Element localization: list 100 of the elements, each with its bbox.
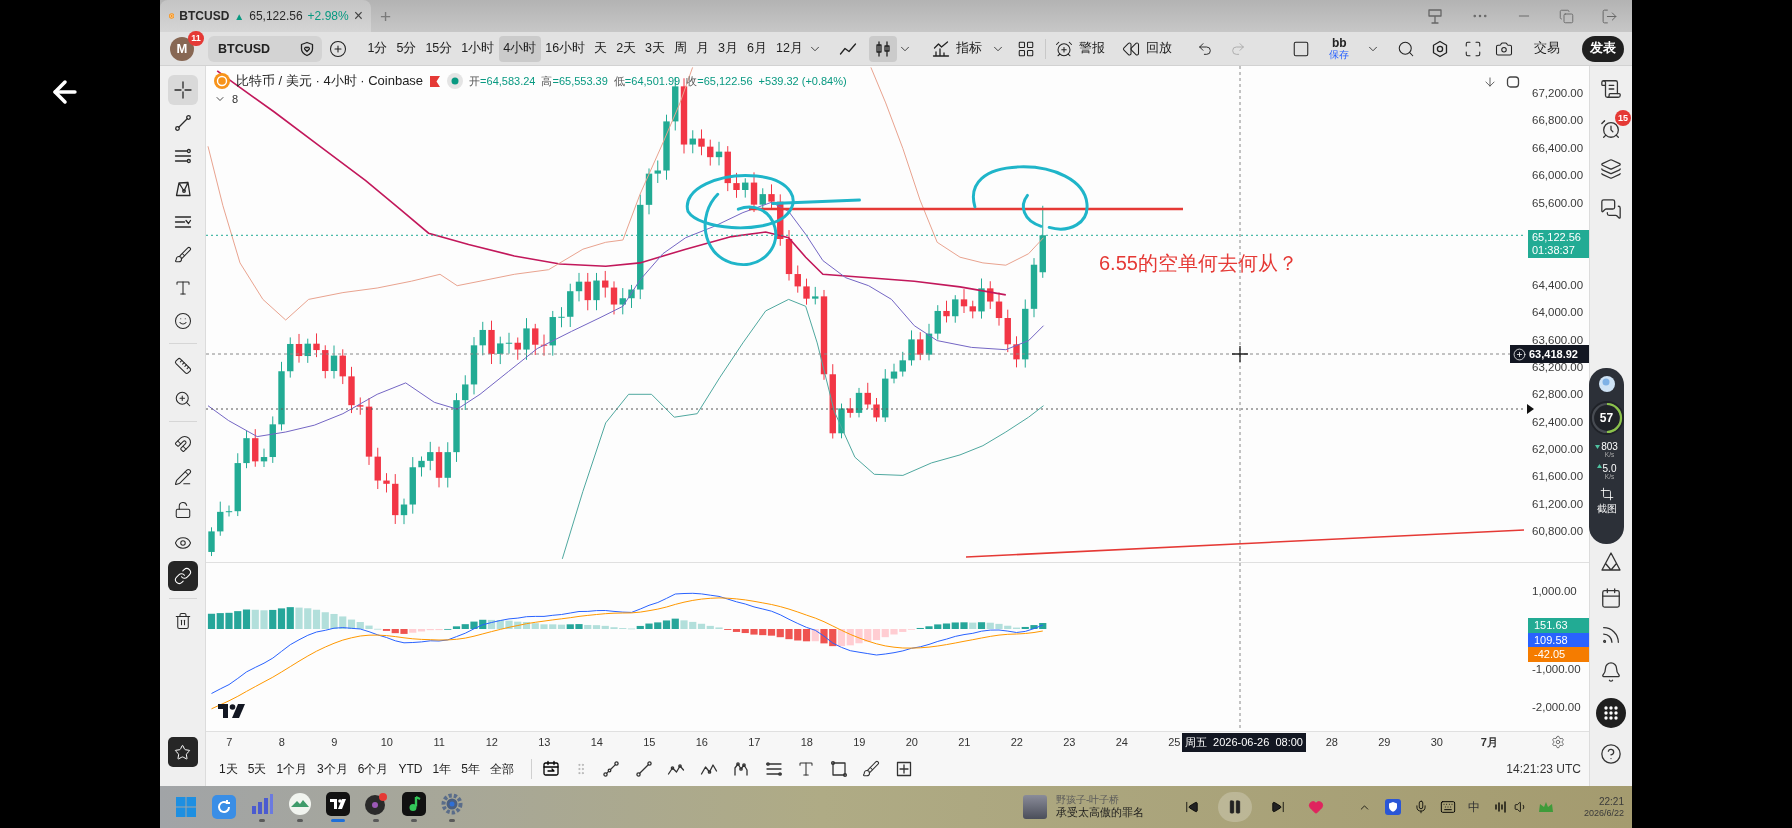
mountains-icon[interactable]: [1600, 550, 1622, 572]
link-tool-button[interactable]: [167, 561, 198, 591]
system-date: 2026/6/22: [1583, 807, 1624, 820]
countdown-timer: 01:38:37: [1532, 243, 1575, 257]
interval-button[interactable]: 周: [669, 35, 692, 62]
interval-button[interactable]: 2天: [611, 35, 641, 62]
trade-button[interactable]: 交易: [1530, 35, 1565, 62]
ohlc-value: 收=65,122.56: [686, 73, 753, 89]
interval-button[interactable]: 12月: [771, 35, 808, 62]
publish-button[interactable]: 发表: [1582, 35, 1625, 62]
range-button[interactable]: 5年: [458, 760, 483, 778]
interval-button[interactable]: 1分: [363, 35, 392, 62]
running-indicator: [411, 819, 417, 822]
date-label: 29: [1378, 736, 1391, 748]
brush-icon[interactable]: [862, 760, 881, 778]
interval-button[interactable]: 天: [589, 35, 612, 62]
camera-icon[interactable]: [1495, 39, 1514, 58]
grid-frame-icon[interactable]: [894, 760, 913, 778]
date-label: 23: [1063, 736, 1076, 748]
shield-heart-icon: [299, 40, 315, 57]
interval-button[interactable]: 月: [691, 35, 714, 62]
horizontal-lines-icon[interactable]: [764, 760, 783, 778]
layers-icon[interactable]: [1600, 158, 1622, 180]
rectangle-icon[interactable]: [829, 760, 848, 778]
browser-tab[interactable]: BTCUSD ▲ 65,122.56 +2.98% ×: [160, 0, 371, 32]
interval-button[interactable]: 6月: [742, 35, 772, 62]
price-label: 60,800.00: [1532, 525, 1584, 538]
keyboard-icon[interactable]: [1440, 799, 1456, 815]
ruler-icon: [173, 357, 192, 375]
save-status: 保存: [1329, 50, 1350, 60]
taskbar-app-button[interactable]: [401, 789, 427, 825]
tab-change: +2.98%: [307, 9, 349, 23]
song-artist: 野孩子-叶子桥: [1056, 794, 1120, 806]
input-method-indicator[interactable]: 中: [1468, 798, 1480, 816]
interval-button[interactable]: 4小时: [498, 35, 541, 62]
settings-icon[interactable]: [1431, 39, 1450, 58]
play-pause-button[interactable]: [1218, 792, 1252, 822]
close-tab-button[interactable]: ×: [353, 8, 363, 24]
next-track-icon[interactable]: [1271, 800, 1285, 814]
range-button[interactable]: 1年: [429, 760, 455, 778]
two-point-line-icon[interactable]: [602, 760, 621, 778]
range-button[interactable]: 5天: [244, 760, 270, 778]
tab-arrow: ▲: [234, 10, 245, 22]
undo-icon[interactable]: [1197, 40, 1214, 57]
range-button[interactable]: 1天: [216, 760, 241, 778]
music-note-icon: [402, 792, 426, 816]
chart-type-button[interactable]: [869, 35, 898, 62]
price-label: 66,000.00: [1532, 169, 1584, 182]
rounded-square-icon[interactable]: [1506, 75, 1520, 89]
text-icon[interactable]: [797, 760, 816, 778]
interval-button[interactable]: 1小时: [456, 35, 499, 62]
calendar-icon[interactable]: [1600, 587, 1622, 609]
interval-button[interactable]: 3天: [640, 35, 670, 62]
date-label: 21: [958, 736, 971, 748]
exit-icon[interactable]: [1601, 7, 1618, 25]
up-arrow-icon: [1596, 463, 1602, 471]
help-icon[interactable]: [1600, 743, 1622, 765]
list-icon[interactable]: [1600, 78, 1622, 100]
indicators-icon: [932, 39, 951, 58]
range-button[interactable]: 3个月: [314, 760, 351, 778]
replay-button[interactable]: 回放: [1118, 35, 1177, 62]
indicator-value-tag: 151.63: [1528, 618, 1589, 633]
gauge-value: 57: [1599, 411, 1614, 425]
pattern-points-icon[interactable]: [732, 760, 751, 778]
chat-icon[interactable]: [1600, 198, 1622, 220]
interval-button[interactable]: 16小时: [540, 35, 590, 62]
layout-button[interactable]: bb 保存: [1329, 37, 1350, 60]
taskbar-app-button[interactable]: [325, 789, 351, 825]
sound-waves-icon[interactable]: [1494, 800, 1508, 814]
fullscreen-icon[interactable]: [1464, 39, 1483, 58]
arrow-down-icon[interactable]: [1483, 75, 1497, 89]
indicators-button[interactable]: 指标: [928, 35, 987, 62]
crop-icon[interactable]: [1599, 487, 1614, 501]
alert-button[interactable]: 警报: [1051, 35, 1110, 62]
square-icon[interactable]: [1292, 39, 1311, 58]
date-label: 16: [695, 736, 708, 748]
flag-icon[interactable]: [429, 74, 442, 88]
range-button[interactable]: 1个月: [273, 760, 311, 778]
gear-icon: [440, 792, 464, 816]
interval-button[interactable]: 3月: [713, 35, 743, 62]
previous-track-icon[interactable]: [1185, 800, 1199, 814]
symbol-search-field[interactable]: BTCUSD: [208, 35, 322, 62]
microphone-icon[interactable]: [1414, 800, 1428, 814]
range-button[interactable]: 6个月: [354, 760, 392, 778]
apps-button[interactable]: [1596, 698, 1626, 728]
add-symbol-icon[interactable]: [329, 39, 347, 58]
interval-button[interactable]: 5分: [391, 35, 421, 62]
crosshair-tool-button[interactable]: [167, 75, 198, 105]
line-icon[interactable]: [634, 760, 653, 778]
bell-icon[interactable]: [1600, 661, 1622, 683]
range-button[interactable]: 全部: [486, 760, 517, 778]
broadcast-icon[interactable]: [1600, 624, 1622, 646]
monitor-icon[interactable]: [1426, 7, 1444, 25]
shield-app-icon[interactable]: [1385, 799, 1401, 815]
interval-button[interactable]: 15分: [420, 35, 457, 62]
favorites-button[interactable]: [167, 737, 198, 767]
range-button[interactable]: YTD: [395, 762, 426, 776]
plus-circle-icon[interactable]: [1513, 347, 1526, 361]
search-icon[interactable]: [1397, 39, 1416, 58]
grid-icon[interactable]: [1017, 39, 1036, 58]
